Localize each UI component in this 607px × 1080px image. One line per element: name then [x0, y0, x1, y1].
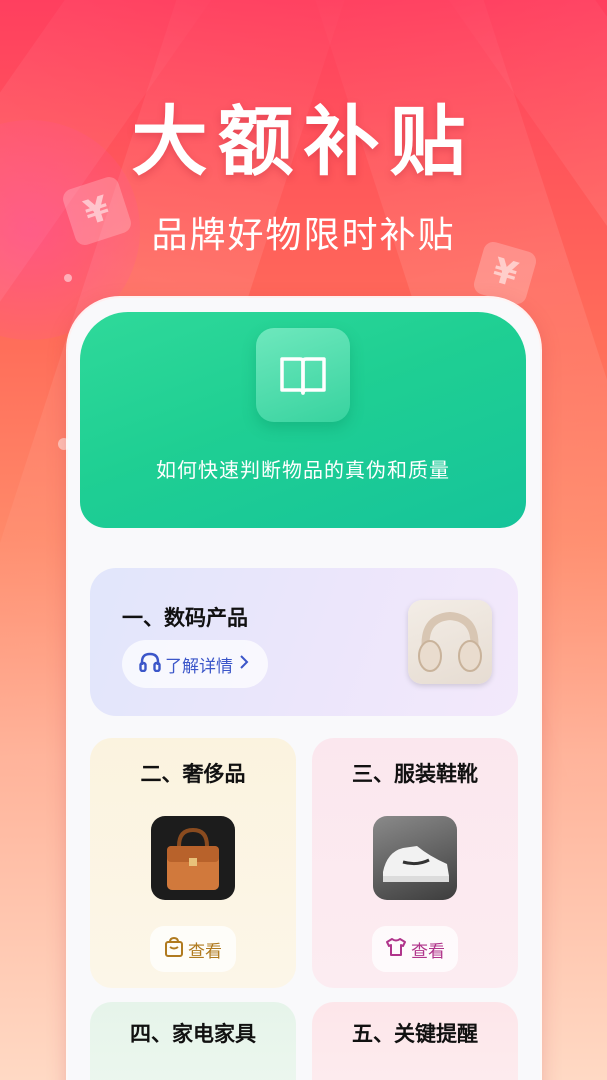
- handbag-image: [151, 816, 235, 900]
- phone-frame: 如何快速判断物品的真伪和质量 一、数码产品 了解详情 二、奢侈品 查看 三、服装…: [68, 298, 540, 1080]
- book-icon: [256, 328, 350, 422]
- guide-hero-card[interactable]: 如何快速判断物品的真伪和质量: [80, 312, 526, 528]
- view-label: 查看: [411, 941, 445, 962]
- bag-icon: [164, 936, 184, 963]
- category-title: 一、数码产品: [122, 606, 248, 630]
- category-card-appliances[interactable]: 四、家电家具: [90, 1002, 296, 1080]
- chevron-right-icon: [237, 653, 251, 676]
- sneaker-image: [373, 816, 457, 900]
- banner-title: 大额补贴: [131, 97, 476, 186]
- category-title: 四、家电家具: [130, 1022, 256, 1046]
- category-card-digital[interactable]: 一、数码产品 了解详情: [90, 568, 518, 716]
- decor-dot: [64, 274, 72, 282]
- category-card-luxury[interactable]: 二、奢侈品 查看: [90, 738, 296, 988]
- banner-subtitle: 品牌好物限时补贴: [151, 215, 456, 256]
- category-title: 二、奢侈品: [140, 762, 246, 786]
- view-clothing-button[interactable]: 查看: [372, 926, 458, 972]
- view-luxury-button[interactable]: 查看: [150, 926, 236, 972]
- view-label: 查看: [188, 941, 222, 962]
- category-card-clothing[interactable]: 三、服装鞋靴 查看: [312, 738, 518, 988]
- shirt-icon: [385, 937, 407, 962]
- learn-more-button[interactable]: 了解详情: [122, 640, 268, 688]
- learn-more-label: 了解详情: [165, 656, 233, 677]
- category-card-reminders[interactable]: 五、关键提醒: [312, 1002, 518, 1080]
- category-title: 三、服装鞋靴: [352, 762, 478, 786]
- category-title: 五、关键提醒: [352, 1022, 478, 1046]
- headphones-image: [408, 600, 492, 684]
- guide-caption: 如何快速判断物品的真伪和质量: [156, 458, 450, 482]
- headphones-icon: [139, 652, 161, 677]
